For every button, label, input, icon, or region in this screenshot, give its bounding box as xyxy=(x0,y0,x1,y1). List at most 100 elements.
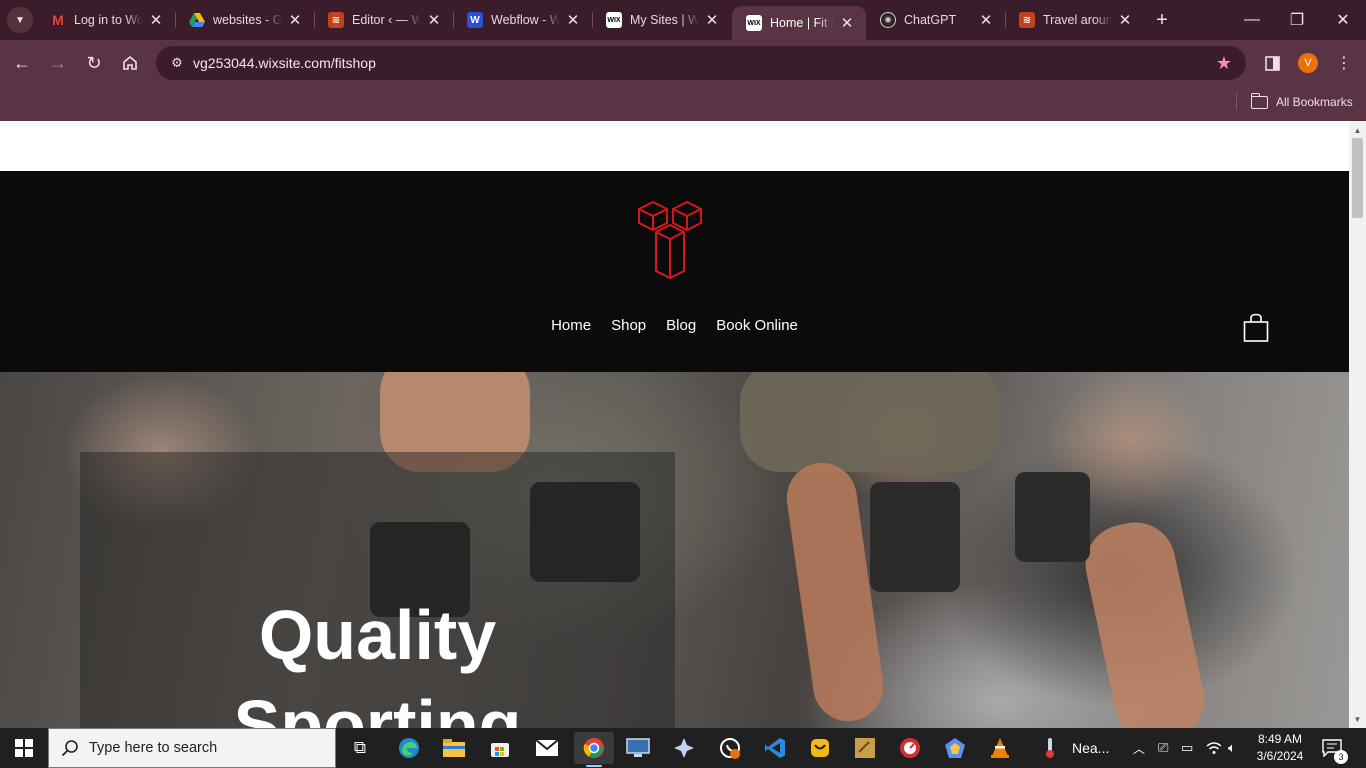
hero-image-detail xyxy=(740,372,1000,472)
hero-title-line1: Quality xyxy=(258,596,497,674)
vlc-icon[interactable] xyxy=(980,732,1020,764)
forward-button[interactable]: → xyxy=(43,48,73,78)
vscode-icon[interactable] xyxy=(755,732,795,764)
site-settings-icon[interactable]: ⚙ xyxy=(162,55,192,71)
scroll-down-icon[interactable]: ▼ xyxy=(1349,712,1366,726)
chevron-up-icon: ︿ xyxy=(1133,741,1146,756)
home-button[interactable] xyxy=(115,48,145,78)
site-icon: ≋ xyxy=(1019,12,1035,28)
nav-home[interactable]: Home xyxy=(551,317,591,334)
bookmarks-divider xyxy=(1236,92,1237,110)
app-icon-shield[interactable] xyxy=(800,732,840,764)
minimize-icon: — xyxy=(1244,11,1260,28)
restore-button[interactable]: ❐ xyxy=(1274,0,1320,40)
show-hidden-icons[interactable]: ︿ xyxy=(1133,728,1145,768)
microsoft-store-icon[interactable] xyxy=(480,732,520,764)
minimize-button[interactable]: — xyxy=(1229,0,1275,40)
tab-title: Log in to WordPress xyxy=(74,13,143,27)
scroll-up-icon[interactable]: ▲ xyxy=(1349,123,1366,137)
close-icon[interactable]: ✕ xyxy=(564,11,582,29)
tab-editor[interactable]: ≋ Editor ‹ — WordPress ✕ xyxy=(314,0,453,40)
tab-travel-around[interactable]: ≋ Travel around ✕ xyxy=(1005,0,1144,40)
nav-book-online[interactable]: Book Online xyxy=(716,317,798,334)
bookmarks-bar: All Bookmarks xyxy=(0,86,1366,121)
bookmark-star-icon[interactable]: ★ xyxy=(1216,53,1232,74)
tab-search-button[interactable]: ▼ xyxy=(7,7,33,33)
scroll-thumb[interactable] xyxy=(1352,138,1363,218)
side-panel-button[interactable] xyxy=(1259,50,1285,76)
close-icon[interactable]: ✕ xyxy=(286,11,304,29)
reload-button[interactable]: ↻ xyxy=(79,48,109,78)
app-icon-gauge[interactable] xyxy=(890,732,930,764)
home-icon xyxy=(123,55,137,70)
game-controller-icon[interactable] xyxy=(664,732,704,764)
profile-avatar[interactable]: V xyxy=(1298,53,1318,73)
site-icon: ≋ xyxy=(328,12,344,28)
page-viewport: Home Shop Blog Book Online Quality Sport… xyxy=(0,121,1349,728)
edge-icon[interactable] xyxy=(389,732,429,764)
webflow-icon: W xyxy=(467,12,483,28)
hero-title: Quality Sporting xyxy=(80,590,675,728)
back-button[interactable]: ← xyxy=(7,48,37,78)
close-icon: ✕ xyxy=(1336,12,1350,29)
thermometer-icon xyxy=(1046,738,1054,758)
plus-icon: + xyxy=(1156,8,1168,31)
tab-home-fit-shop[interactable]: WIX Home | Fit shop ✕ xyxy=(732,6,866,40)
shopping-bag-icon[interactable] xyxy=(1243,313,1269,343)
address-bar[interactable]: ⚙ vg253044.wixsite.com/fitshop ★ xyxy=(156,46,1246,80)
site-nav: Home Shop Blog Book Online xyxy=(0,317,1349,334)
notification-center-button[interactable]: 3 xyxy=(1322,728,1348,768)
close-icon[interactable]: ✕ xyxy=(703,11,721,29)
taskbar-clock[interactable]: 8:49 AM 3/6/2024 xyxy=(1248,731,1312,765)
volume-icon[interactable]: 🔈︎ xyxy=(1228,728,1236,768)
side-panel-icon xyxy=(1264,55,1280,71)
close-icon[interactable]: ✕ xyxy=(1116,11,1134,29)
site-logo[interactable] xyxy=(636,199,708,283)
windows-taskbar: Type here to search ⧉ Nea... ︿ ⎚ ▭ 🔈︎ 8:… xyxy=(0,728,1366,768)
close-icon[interactable]: ✕ xyxy=(147,11,165,29)
hero-image-detail xyxy=(870,482,960,592)
close-icon[interactable]: ✕ xyxy=(977,11,995,29)
wifi-icon[interactable] xyxy=(1206,728,1222,768)
close-icon[interactable]: ✕ xyxy=(425,11,443,29)
hero-image-detail xyxy=(1078,515,1212,728)
tab-title: Home | Fit shop xyxy=(770,16,834,30)
hero-title-line2: Sporting xyxy=(233,686,522,728)
meet-now-icon[interactable]: ⎚ xyxy=(1158,728,1168,768)
tab-chatgpt[interactable]: ✺ ChatGPT ✕ xyxy=(866,0,1005,40)
folder-icon xyxy=(1250,92,1268,109)
new-tab-button[interactable]: + xyxy=(1151,9,1173,31)
chevron-down-icon: ▼ xyxy=(15,14,25,26)
nav-blog[interactable]: Blog xyxy=(666,317,696,334)
url-text: vg253044.wixsite.com/fitshop xyxy=(193,55,376,71)
close-icon[interactable]: ✕ xyxy=(838,14,856,32)
battery-icon[interactable]: ▭ xyxy=(1181,728,1193,768)
menu-button[interactable]: ⋮ xyxy=(1331,50,1357,76)
tab-google-drive[interactable]: websites - Google Drive ✕ xyxy=(175,0,314,40)
taskbar-search-box[interactable]: Type here to search xyxy=(48,728,336,768)
file-explorer-icon[interactable] xyxy=(434,732,474,764)
tab-login-wordpress[interactable]: M Log in to WordPress ✕ xyxy=(36,0,175,40)
close-window-button[interactable]: ✕ xyxy=(1320,0,1366,40)
tab-webflow[interactable]: W Webflow - Webflow ✕ xyxy=(453,0,592,40)
whatsapp-icon[interactable] xyxy=(710,732,750,764)
tab-my-sites-wix[interactable]: WIX My Sites | Wix ✕ xyxy=(592,0,731,40)
task-view-icon[interactable]: ⧉ xyxy=(340,732,380,764)
reload-icon: ↻ xyxy=(86,52,102,73)
tab-title: Travel around xyxy=(1043,13,1112,27)
nav-shop[interactable]: Shop xyxy=(611,317,646,334)
restore-icon: ❐ xyxy=(1289,12,1305,29)
chrome-icon[interactable] xyxy=(574,732,614,767)
weather-widget[interactable]: Nea... xyxy=(1044,728,1109,768)
mail-icon[interactable] xyxy=(527,732,567,764)
app-icon-notes[interactable] xyxy=(845,732,885,764)
tab-title: My Sites | Wix xyxy=(630,13,699,27)
all-bookmarks-button[interactable]: All Bookmarks xyxy=(1250,92,1353,112)
page-scrollbar[interactable]: ▲ ▼ xyxy=(1349,121,1366,728)
remote-desktop-icon[interactable] xyxy=(618,732,658,764)
app-icon-color[interactable] xyxy=(935,732,975,764)
tab-title: Webflow - Webflow xyxy=(491,13,560,27)
start-button[interactable] xyxy=(0,728,48,768)
site-header: Home Shop Blog Book Online xyxy=(0,171,1349,372)
gmail-icon: M xyxy=(52,12,64,28)
